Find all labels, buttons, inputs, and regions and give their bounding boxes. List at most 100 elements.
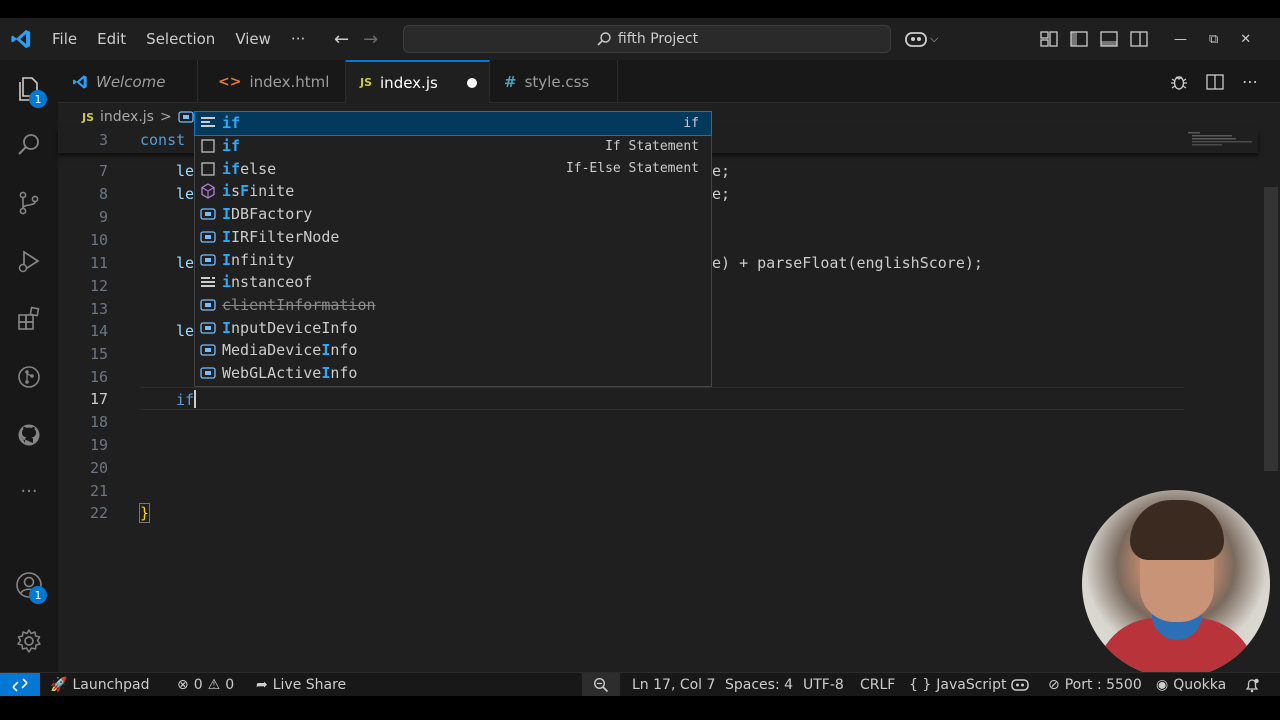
match-highlight: I — [222, 250, 232, 269]
code-text: e; — [712, 185, 731, 203]
line-number: 7 — [98, 162, 108, 180]
tab-welcome[interactable]: Welcome — [58, 60, 198, 103]
snippet-box-icon — [199, 137, 217, 155]
closing-brace: } — [138, 503, 151, 523]
minimize-icon[interactable]: — — [1174, 32, 1187, 47]
back-arrow-icon[interactable]: ← — [334, 29, 349, 50]
extensions-icon[interactable] — [0, 296, 58, 342]
activity-bar: 1 ··· 1 — [0, 60, 58, 672]
variable-icon — [199, 205, 217, 223]
menu-more-button[interactable]: ··· — [281, 30, 315, 48]
cursor-position[interactable]: Ln 17, Col 7 — [632, 673, 715, 697]
live-share-button[interactable]: ➦ Live Share — [256, 673, 346, 697]
language-mode[interactable]: { } JavaScript — [909, 673, 1006, 697]
menu-view[interactable]: View — [225, 30, 281, 48]
accounts-icon[interactable]: 1 — [0, 562, 58, 608]
snippet-box-icon — [199, 160, 217, 178]
suggestion-item-selected[interactable]: if if — [194, 111, 712, 136]
autocomplete-suggestions: if if if If Statement ifelse If-Else Sta… — [194, 111, 712, 387]
letterbox-bottom — [0, 696, 1280, 720]
remote-window-icon[interactable] — [0, 673, 40, 697]
run-debug-icon[interactable] — [0, 238, 58, 284]
suggestion-item[interactable]: InputDeviceInfo — [195, 316, 711, 339]
variable-icon — [199, 251, 217, 269]
match-highlight: i — [222, 273, 232, 292]
quokka-status[interactable]: ◉ Quokka — [1156, 673, 1226, 697]
line-number: 3 — [98, 131, 108, 149]
vertical-scrollbar[interactable] — [1264, 187, 1278, 471]
notifications-bell-icon[interactable] — [1244, 673, 1260, 697]
live-server-port[interactable]: ⊘ Port : 5500 — [1048, 673, 1142, 697]
restore-icon[interactable]: ⧉ — [1209, 32, 1218, 47]
window-controls: — ⧉ ✕ — [1174, 18, 1251, 60]
menu-bar: File Edit Selection View ··· — [42, 30, 315, 48]
suggestion-item[interactable]: MediaDeviceInfo — [195, 339, 711, 362]
suggestion-item[interactable]: Infinity — [195, 248, 711, 271]
keyword-icon — [199, 273, 217, 291]
suggestion-item[interactable]: if If Statement — [195, 135, 711, 158]
forward-arrow-icon[interactable]: → — [363, 29, 378, 50]
menu-file[interactable]: File — [42, 30, 87, 48]
minimap[interactable] — [1188, 131, 1258, 151]
more-views-icon[interactable]: ··· — [0, 468, 58, 514]
match-highlight: I — [222, 227, 232, 246]
toggle-panel-icon[interactable] — [1100, 31, 1118, 47]
copilot-menu[interactable]: ⌵ — [904, 18, 938, 60]
line-ending[interactable]: CRLF — [860, 673, 895, 697]
problems-button[interactable]: ⊗ 0 ⚠ 0 — [177, 673, 234, 697]
line-number: 8 — [98, 185, 108, 203]
split-editor-icon[interactable] — [1206, 73, 1224, 90]
webcam-overlay — [1082, 490, 1270, 678]
eye-icon: ◉ — [1156, 677, 1169, 693]
accounts-badge: 1 — [29, 586, 47, 604]
tab-index-js[interactable]: JS index.js — [346, 60, 490, 103]
error-icon: ⊗ — [177, 677, 189, 693]
github-icon[interactable] — [0, 412, 58, 458]
breadcrumb-file[interactable]: index.js — [100, 109, 154, 125]
suggestion-detail: if — [683, 115, 699, 131]
chevron-down-icon: ⌵ — [930, 32, 939, 45]
line-number-current: 17 — [89, 390, 108, 408]
match-highlight: I — [222, 318, 232, 337]
more-actions-icon[interactable]: ⋯ — [1242, 72, 1258, 91]
unsaved-dot-icon[interactable] — [467, 78, 477, 88]
source-control-icon[interactable] — [0, 180, 58, 226]
zoom-icon[interactable] — [593, 673, 609, 697]
line-number: 11 — [89, 254, 108, 272]
suggestion-detail: If-Else Statement — [565, 161, 699, 177]
git-graph-icon[interactable] — [0, 354, 58, 400]
suggestion-item[interactable]: isFinite — [195, 180, 711, 203]
vscode-logo-icon — [73, 74, 87, 89]
explorer-icon[interactable]: 1 — [0, 66, 58, 112]
launchpad-button[interactable]: 🚀 Launchpad — [50, 673, 150, 697]
suggestion-item[interactable]: instanceof — [195, 271, 711, 294]
editor-tab-bar: Welcome <> index.html JS index.js # styl… — [58, 60, 1280, 103]
command-center-search[interactable]: fifth Project — [403, 25, 891, 53]
match-highlight: I — [222, 205, 232, 224]
suggestion-item[interactable]: IDBFactory — [195, 203, 711, 226]
customize-layout-icon[interactable] — [1040, 31, 1058, 47]
encoding[interactable]: UTF-8 — [803, 673, 844, 697]
toggle-primary-sidebar-icon[interactable] — [1070, 31, 1088, 47]
copilot-status-icon[interactable] — [1011, 673, 1029, 697]
indentation[interactable]: Spaces: 4 — [725, 673, 793, 697]
suggestion-item-deprecated[interactable]: clientInformation — [195, 294, 711, 317]
tab-style-css[interactable]: # style.css — [490, 60, 618, 103]
close-icon[interactable]: ✕ — [1240, 32, 1251, 47]
menu-edit[interactable]: Edit — [87, 30, 136, 48]
menu-selection[interactable]: Selection — [136, 30, 225, 48]
suggestion-item[interactable]: ifelse If-Else Statement — [195, 157, 711, 180]
search-view-icon[interactable] — [0, 122, 58, 168]
toggle-secondary-sidebar-icon[interactable] — [1130, 31, 1148, 47]
suggestion-item[interactable]: WebGLActiveInfo — [195, 362, 711, 385]
tab-label: Welcome — [96, 72, 166, 91]
line-number: 12 — [89, 277, 108, 295]
debug-bug-icon[interactable] — [1170, 73, 1188, 91]
tab-index-html[interactable]: <> index.html — [204, 60, 346, 103]
code-text: le — [176, 185, 195, 203]
suggestion-item[interactable]: IIRFilterNode — [195, 226, 711, 249]
line-number: 18 — [89, 413, 108, 431]
line-number: 14 — [89, 322, 108, 340]
warning-icon: ⚠ — [207, 677, 221, 693]
manage-gear-icon[interactable] — [0, 618, 58, 664]
